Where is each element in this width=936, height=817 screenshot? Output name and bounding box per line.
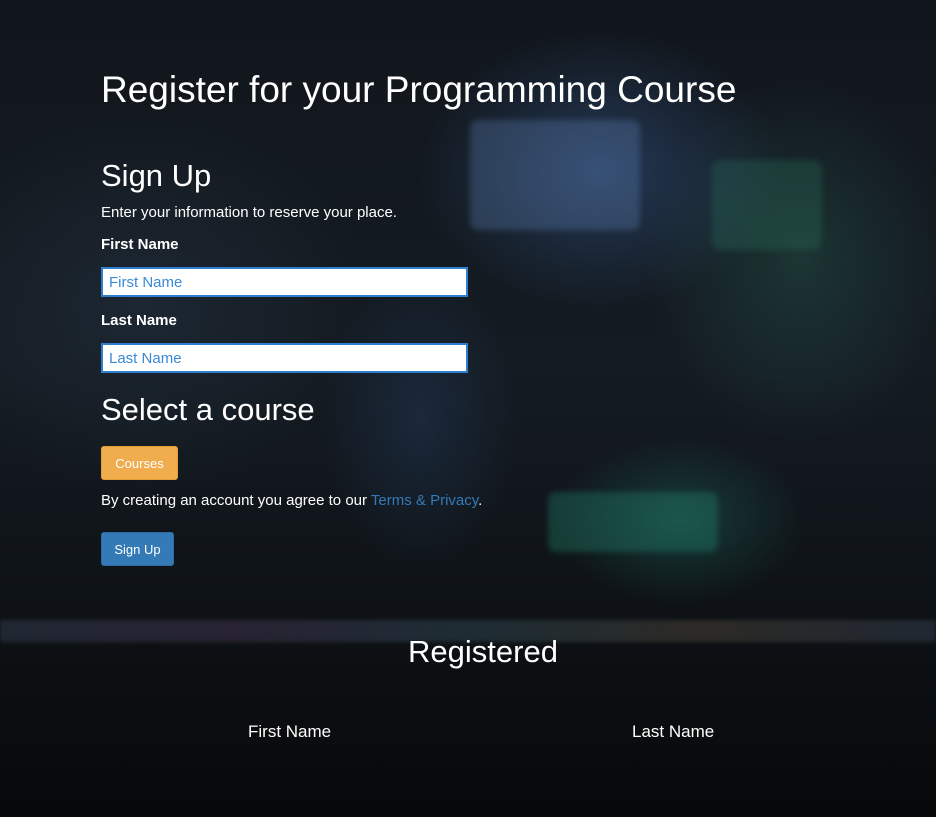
registered-column-last-name: Last Name — [632, 722, 715, 741]
terms-prefix: By creating an account you agree to our — [101, 492, 371, 509]
registered-column-first-name: First Name — [248, 722, 332, 741]
first-name-input[interactable] — [101, 267, 468, 297]
terms-privacy-link[interactable]: Terms & Privacy — [371, 492, 478, 509]
terms-agreement-text: By creating an account you agree to our … — [101, 492, 482, 510]
page-title: Register for your Programming Course — [101, 69, 737, 110]
first-name-label: First Name — [101, 236, 179, 253]
courses-dropdown-button[interactable]: Courses — [101, 446, 178, 480]
signup-submit-button[interactable]: Sign Up — [101, 532, 174, 566]
signup-heading: Sign Up — [101, 158, 212, 193]
signup-intro-text: Enter your information to reserve your p… — [101, 204, 397, 221]
select-course-heading: Select a course — [101, 392, 315, 427]
last-name-input[interactable] — [101, 343, 468, 373]
background-blur-patch — [712, 160, 822, 250]
background-blur-patch — [470, 120, 640, 230]
background-blur-patch — [548, 492, 718, 552]
registered-heading: Registered — [408, 634, 558, 669]
terms-suffix: . — [478, 492, 483, 509]
last-name-label: Last Name — [101, 312, 177, 329]
